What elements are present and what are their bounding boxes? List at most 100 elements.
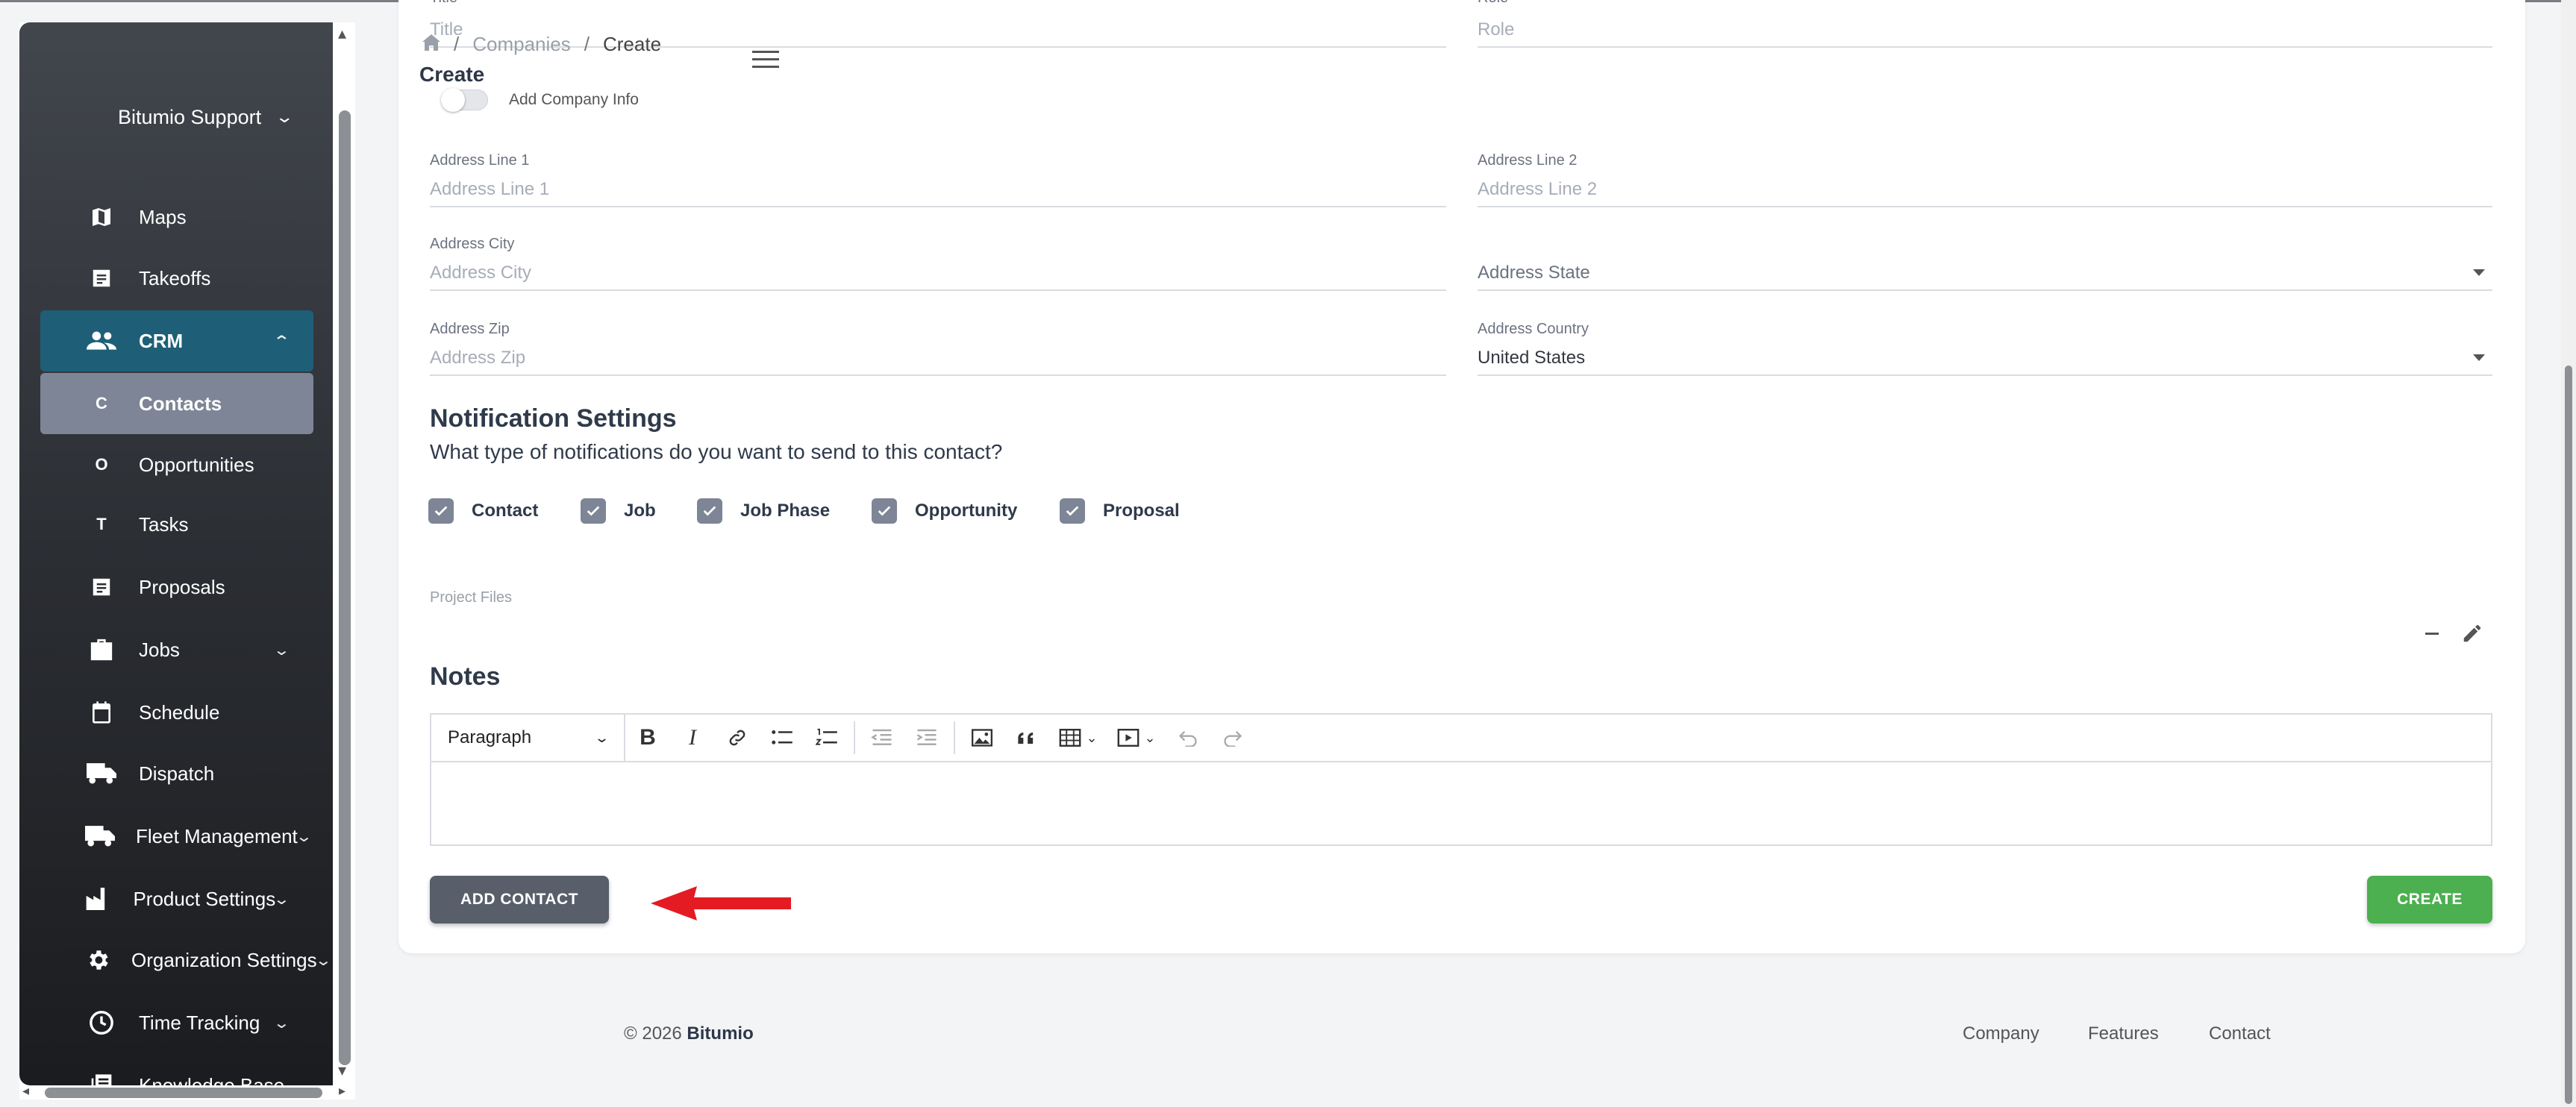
- breadcrumb-companies[interactable]: Companies: [472, 33, 571, 56]
- scroll-down-arrow-icon[interactable]: ▾: [338, 1061, 346, 1080]
- document-icon: [85, 572, 118, 602]
- address-city-input[interactable]: Address City: [430, 263, 531, 283]
- checkbox-checked-icon[interactable]: [872, 498, 897, 524]
- scroll-left-arrow-icon[interactable]: ◂: [22, 1083, 29, 1099]
- sidebar-item-opportunities[interactable]: O Opportunities: [40, 434, 313, 495]
- numbered-list-icon[interactable]: [804, 714, 849, 762]
- bulleted-list-icon[interactable]: [760, 714, 804, 762]
- sidebar-item-label: Tasks: [139, 512, 189, 536]
- italic-icon[interactable]: I: [670, 714, 715, 762]
- checkbox-checked-icon[interactable]: [428, 498, 454, 524]
- sidebar-item-maps[interactable]: Maps: [40, 186, 313, 248]
- checkbox-checked-icon[interactable]: [581, 498, 606, 524]
- paragraph-format-value: Paragraph: [448, 727, 532, 747]
- notification-settings-subtitle: What type of notifications do you want t…: [430, 440, 1003, 463]
- notify-contact-checkbox[interactable]: Contact: [428, 498, 538, 524]
- add-company-info-toggle[interactable]: [441, 88, 488, 112]
- sidebar-container: Bitumio Support ⌄ Maps Takeoffs CRM ⌃ C …: [19, 22, 355, 1100]
- scroll-up-arrow-icon[interactable]: ▴: [338, 24, 346, 43]
- footer-link-company[interactable]: Company: [1963, 1023, 2039, 1044]
- indent-icon[interactable]: [904, 714, 949, 762]
- image-icon[interactable]: [960, 714, 1004, 762]
- role-input[interactable]: Role: [1478, 19, 1514, 40]
- outdent-icon[interactable]: [860, 714, 904, 762]
- chevron-down-icon: ⌄: [272, 642, 291, 659]
- sidebar-item-contacts[interactable]: C Contacts: [40, 373, 313, 434]
- notes-text-area[interactable]: [431, 762, 2491, 844]
- sidebar-item-takeoffs[interactable]: Takeoffs: [40, 248, 313, 309]
- editor-toolbar: Paragraph ⌄ B I ⌄ ⌄: [431, 714, 2491, 762]
- footer-link-contact[interactable]: Contact: [2209, 1023, 2271, 1044]
- address-country-label: Address Country: [1478, 321, 1589, 337]
- scroll-right-arrow-icon[interactable]: ▸: [339, 1083, 346, 1099]
- sidebar-item-fleet-management[interactable]: Fleet Management ⌄: [40, 806, 313, 867]
- home-icon[interactable]: [422, 33, 440, 56]
- sidebar-item-organization-settings[interactable]: Organization Settings ⌄: [40, 929, 332, 991]
- redo-icon[interactable]: [1210, 714, 1255, 762]
- footer-link-features[interactable]: Features: [2088, 1023, 2159, 1044]
- sidebar-item-product-settings[interactable]: Product Settings ⌄: [40, 868, 313, 929]
- create-button[interactable]: CREATE: [2367, 876, 2492, 923]
- address-state-select[interactable]: Address State: [1478, 236, 2492, 291]
- sidebar-scrollbar-thumb[interactable]: [339, 110, 351, 1065]
- address-line1-input[interactable]: Address Line 1: [430, 179, 549, 200]
- sidebar-item-dispatch[interactable]: Dispatch: [40, 743, 313, 804]
- nav-letter-icon: T: [96, 515, 107, 533]
- address-state-placeholder: Address State: [1478, 263, 1590, 283]
- org-selector[interactable]: Bitumio Support ⌄: [118, 84, 333, 151]
- add-contact-button[interactable]: ADD CONTACT: [430, 876, 609, 923]
- link-icon[interactable]: [715, 714, 760, 762]
- paragraph-format-select[interactable]: Paragraph ⌄: [431, 714, 625, 762]
- table-insert-icon[interactable]: ⌄: [1049, 714, 1107, 762]
- sidebar-item-crm[interactable]: CRM ⌃: [40, 310, 313, 371]
- minus-icon[interactable]: [2425, 633, 2439, 635]
- address-line1-field[interactable]: Address Line 1 Address Line 1: [430, 152, 1446, 207]
- blockquote-icon[interactable]: [1004, 714, 1049, 762]
- address-country-select[interactable]: Address Country United States: [1478, 321, 2492, 376]
- horizontal-scrollbar-thumb[interactable]: [45, 1088, 322, 1098]
- sidebar-item-time-tracking[interactable]: Time Tracking ⌄: [40, 992, 313, 1053]
- people-icon: [85, 326, 118, 356]
- annotation-arrow-icon: [651, 885, 793, 926]
- notify-job-phase-checkbox[interactable]: Job Phase: [697, 498, 830, 524]
- sidebar-item-label: Contacts: [139, 392, 222, 415]
- notify-proposal-checkbox[interactable]: Proposal: [1060, 498, 1180, 524]
- sidebar-item-tasks[interactable]: T Tasks: [40, 494, 313, 555]
- page-scrollbar-thumb[interactable]: [2565, 366, 2572, 1104]
- sidebar-item-schedule[interactable]: Schedule: [40, 682, 313, 743]
- address-zip-field[interactable]: Address Zip Address Zip: [430, 321, 1446, 376]
- checkbox-label: Opportunity: [915, 501, 1018, 521]
- role-label: Role: [1478, 0, 1508, 7]
- sidebar-item-knowledge-base[interactable]: Knowledge Base: [40, 1055, 313, 1085]
- dropdown-caret-icon: [2473, 269, 2485, 276]
- chevron-down-icon: ⌄: [1086, 730, 1098, 745]
- sidebar-horizontal-scrollbar[interactable]: ◂ ▸: [19, 1083, 355, 1100]
- sidebar-item-label: Schedule: [139, 700, 220, 724]
- checkbox-checked-icon[interactable]: [1060, 498, 1085, 524]
- undo-icon[interactable]: [1166, 714, 1210, 762]
- notify-job-checkbox[interactable]: Job: [581, 498, 656, 524]
- notify-opportunity-checkbox[interactable]: Opportunity: [872, 498, 1017, 524]
- sidebar-item-label: Dispatch: [139, 762, 215, 785]
- breadcrumb-current: Create: [602, 33, 662, 55]
- footer-brand[interactable]: Bitumio: [687, 1023, 753, 1044]
- sidebar-item-jobs[interactable]: Jobs ⌄: [40, 619, 313, 680]
- media-embed-icon[interactable]: ⌄: [1107, 714, 1166, 762]
- address-zip-label: Address Zip: [430, 321, 510, 337]
- address-country-value: United States: [1478, 348, 1586, 368]
- address-line2-input[interactable]: Address Line 2: [1478, 179, 1597, 200]
- address-city-field[interactable]: Address City Address City: [430, 236, 1446, 291]
- menu-icon[interactable]: [752, 51, 779, 69]
- role-field[interactable]: Role Role: [1478, 0, 2492, 48]
- pencil-icon[interactable]: [2461, 622, 2483, 648]
- address-line2-label: Address Line 2: [1478, 152, 1578, 169]
- chevron-down-icon: ⌄: [275, 107, 295, 126]
- bold-icon[interactable]: B: [625, 714, 670, 762]
- sidebar-item-proposals[interactable]: Proposals: [40, 556, 313, 618]
- checkbox-checked-icon[interactable]: [697, 498, 722, 524]
- notes-title: Notes: [430, 662, 501, 691]
- address-zip-input[interactable]: Address Zip: [430, 348, 525, 369]
- sidebar-item-label: Organization Settings: [131, 948, 317, 971]
- checkbox-label: Contact: [472, 501, 539, 521]
- address-line2-field[interactable]: Address Line 2 Address Line 2: [1478, 152, 2492, 207]
